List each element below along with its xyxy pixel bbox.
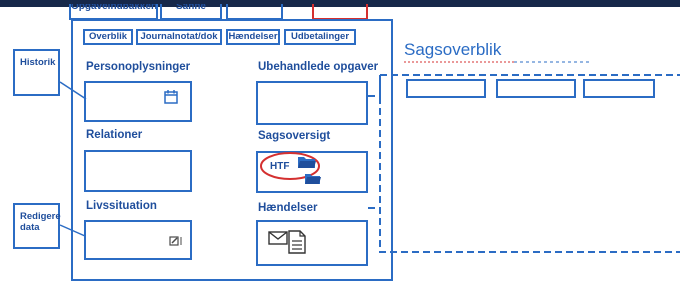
sagsoverblik-title: Sagsoverblik [404,40,502,59]
redigere-connector [59,224,86,237]
dashed-outline-bottom [368,207,680,253]
right-panel-box-1[interactable] [406,79,486,98]
annotation-lines [59,61,680,253]
right-panel-box-2[interactable] [496,79,576,98]
right-panel-box-3[interactable] [583,79,655,98]
historik-connector [59,81,87,100]
